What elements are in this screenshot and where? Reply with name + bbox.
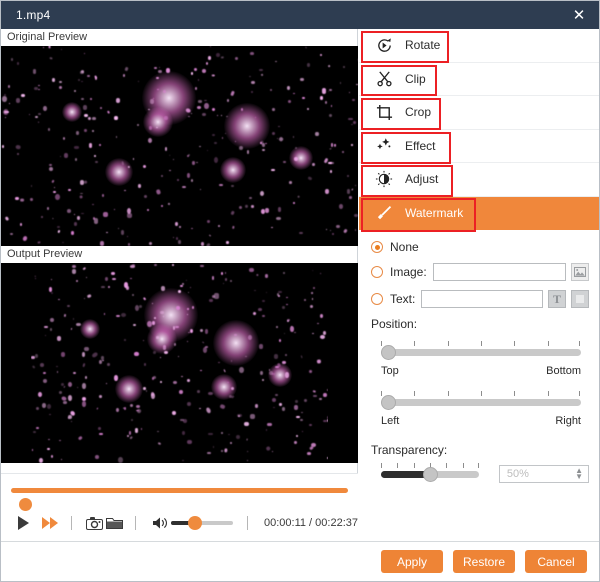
- volume-handle[interactable]: [188, 516, 202, 530]
- horizontal-position-endpoints: Left Right: [381, 415, 581, 427]
- dialog-footer: Apply Restore Cancel: [1, 541, 600, 581]
- transparency-row: 50% ▲▼: [371, 463, 589, 485]
- menu-label: Effect: [405, 139, 435, 153]
- color-swatch-icon[interactable]: [571, 290, 589, 308]
- menu-item-adjust[interactable]: Adjust: [359, 163, 600, 197]
- watermark-none-label: None: [390, 240, 419, 254]
- slider-rail: [381, 349, 581, 356]
- text-format-icon[interactable]: T: [548, 290, 566, 308]
- watermark-options: None Image: Text: T: [359, 230, 600, 485]
- close-icon[interactable]: ✕: [557, 1, 600, 29]
- watermark-text-input[interactable]: [421, 290, 543, 308]
- playback-controls: 00:00:11 / 00:22:37: [1, 473, 358, 543]
- slider-ticks: [381, 341, 581, 347]
- watermark-text-label: Text:: [390, 292, 415, 306]
- menu-item-watermark[interactable]: Watermark: [359, 197, 600, 231]
- window-title: 1.mp4: [16, 8, 50, 22]
- transparency-slider[interactable]: [381, 463, 479, 485]
- original-preview-label: Original Preview: [1, 29, 357, 46]
- seek-slider[interactable]: [11, 488, 348, 493]
- vertical-position-endpoints: Top Bottom: [381, 365, 581, 377]
- menu-label: Adjust: [405, 172, 438, 186]
- watermark-image-row: Image:: [371, 263, 589, 281]
- menu-label: Crop: [405, 105, 431, 119]
- menu-label: Clip: [405, 72, 426, 86]
- fast-forward-icon[interactable]: [38, 517, 60, 529]
- vertical-min-label: Top: [381, 365, 399, 377]
- menu-item-clip[interactable]: Clip: [359, 63, 600, 97]
- radio-none[interactable]: [371, 241, 383, 253]
- scissors-icon: [371, 70, 397, 87]
- volume-icon[interactable]: [152, 516, 171, 530]
- picture-icon[interactable]: [571, 263, 589, 281]
- slider-rail: [381, 399, 581, 406]
- transparency-value: 50%: [507, 468, 529, 480]
- radio-image[interactable]: [371, 266, 383, 278]
- brightness-icon: [371, 170, 397, 188]
- horizontal-position-handle[interactable]: [381, 395, 396, 410]
- menu-item-effect[interactable]: Effect: [359, 130, 600, 164]
- play-icon[interactable]: [9, 516, 38, 530]
- video-editor-dialog: 1.mp4 ✕ Original Preview Output Preview: [0, 0, 600, 582]
- menu-item-crop[interactable]: Crop: [359, 96, 600, 130]
- folder-icon[interactable]: [104, 516, 125, 530]
- watermark-image-label: Image:: [390, 265, 427, 279]
- output-preview-video[interactable]: [1, 263, 358, 463]
- output-preview-label: Output Preview: [1, 246, 357, 263]
- watermark-text-row: Text: T: [371, 290, 589, 308]
- transparency-handle[interactable]: [423, 467, 438, 482]
- rotate-icon: [371, 37, 397, 54]
- camera-icon[interactable]: [84, 516, 105, 530]
- vertical-max-label: Bottom: [546, 365, 581, 377]
- apply-button[interactable]: Apply: [381, 550, 443, 573]
- menu-label: Watermark: [405, 206, 463, 220]
- stars-icon: [371, 137, 397, 154]
- original-preview-video[interactable]: [1, 46, 358, 246]
- brush-icon: [371, 204, 397, 222]
- slider-ticks: [381, 391, 581, 397]
- volume-slider[interactable]: [171, 521, 233, 525]
- radio-text[interactable]: [371, 293, 383, 305]
- crop-icon: [371, 104, 397, 121]
- transport-row: 00:00:11 / 00:22:37: [1, 508, 358, 538]
- watermark-none-row[interactable]: None: [371, 240, 589, 254]
- menu-item-rotate[interactable]: Rotate: [359, 29, 600, 63]
- divider: [135, 516, 136, 530]
- divider: [71, 516, 72, 530]
- transparency-spinner[interactable]: 50% ▲▼: [499, 465, 589, 483]
- tools-menu: Rotate Clip: [359, 29, 600, 230]
- spinner-arrows-icon[interactable]: ▲▼: [575, 468, 583, 480]
- divider: [247, 516, 248, 530]
- horizontal-min-label: Left: [381, 415, 399, 427]
- title-bar: 1.mp4 ✕: [1, 1, 600, 29]
- menu-label: Rotate: [405, 38, 440, 52]
- video-frame-content: [1, 46, 358, 246]
- preview-panel: Original Preview Output Preview: [1, 29, 358, 543]
- horizontal-max-label: Right: [555, 415, 581, 427]
- time-display: 00:00:11 / 00:22:37: [264, 517, 358, 529]
- vertical-position-slider[interactable]: [381, 341, 581, 363]
- watermark-image-input[interactable]: [433, 263, 566, 281]
- cancel-button[interactable]: Cancel: [525, 550, 587, 573]
- transparency-label: Transparency:: [371, 443, 589, 457]
- tools-panel: Rotate Clip: [359, 29, 600, 543]
- position-label: Position:: [371, 317, 589, 331]
- horizontal-position-slider[interactable]: [381, 391, 581, 413]
- output-frame-content: [1, 263, 358, 463]
- restore-button[interactable]: Restore: [453, 550, 515, 573]
- vertical-position-handle[interactable]: [381, 345, 396, 360]
